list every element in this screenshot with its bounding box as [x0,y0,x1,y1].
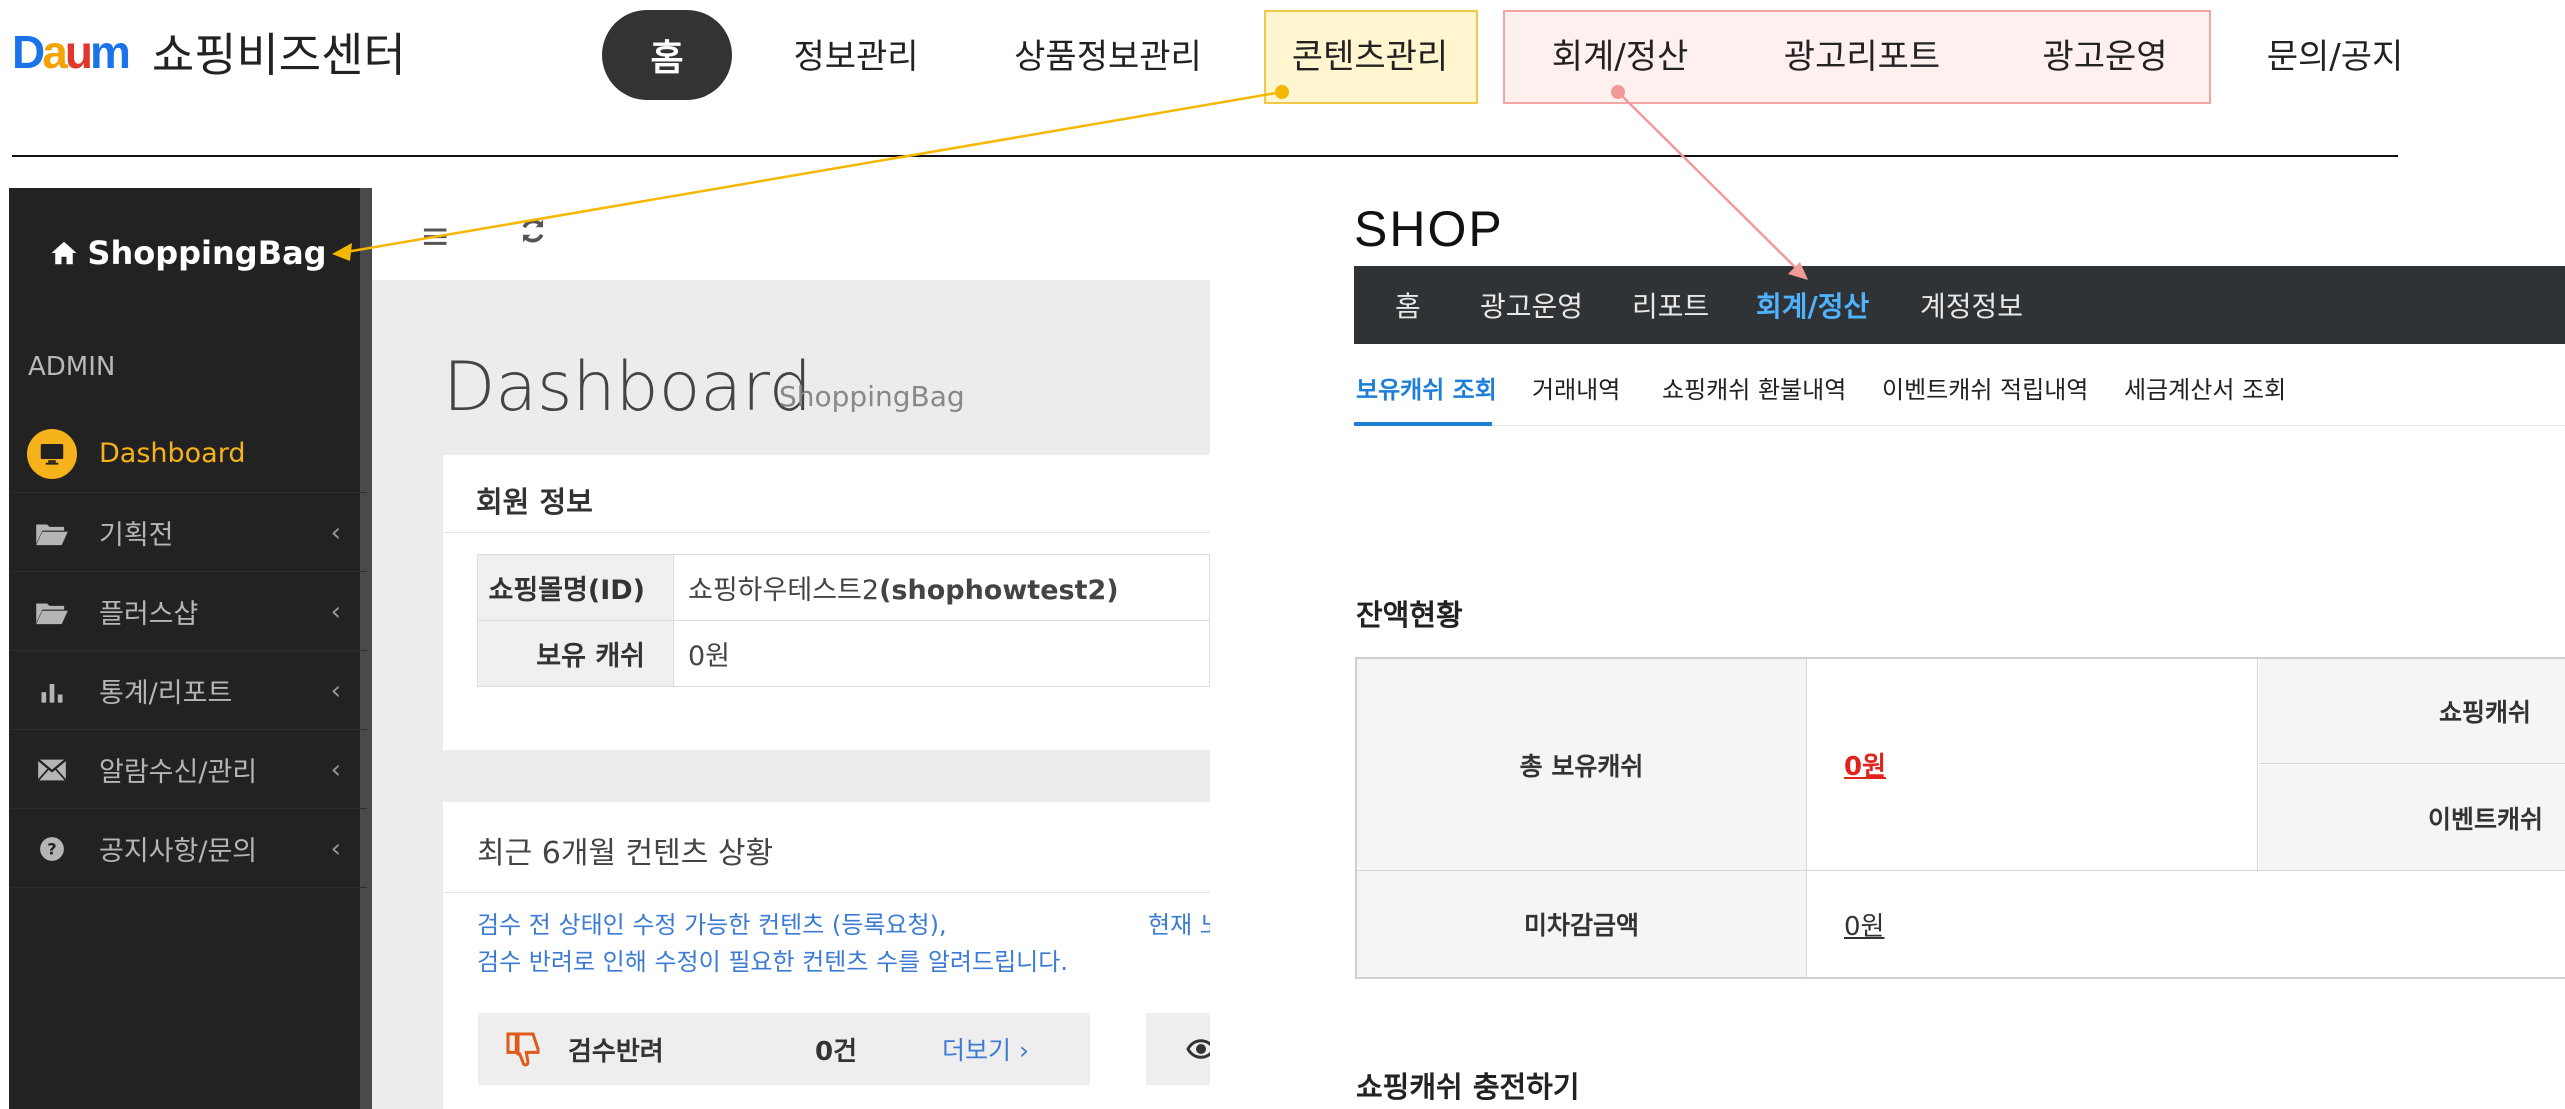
content-to-brand-arrow [332,85,1289,261]
accounting-to-shop-arrow [1611,85,1808,280]
annotation-arrows [332,85,1808,280]
